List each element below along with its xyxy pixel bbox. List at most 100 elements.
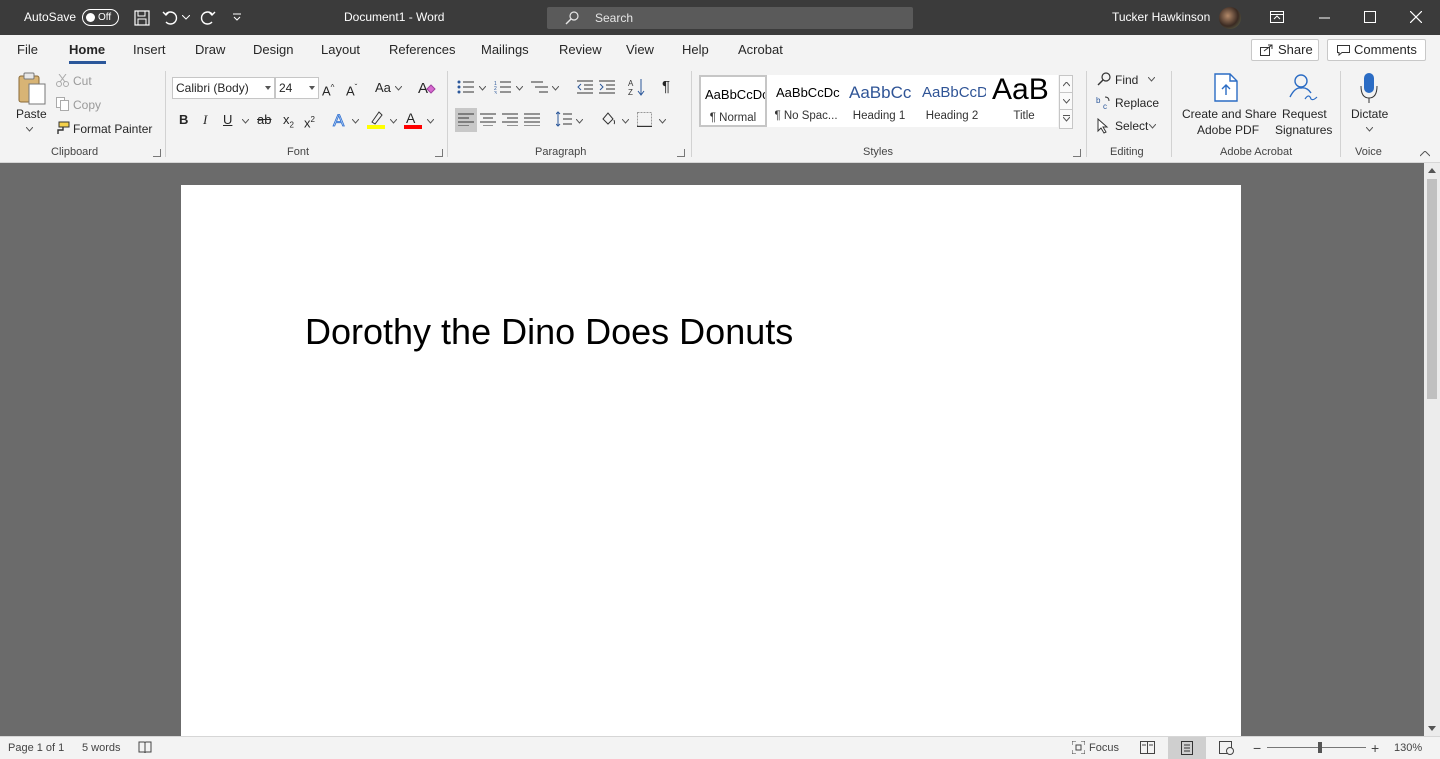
tab-design[interactable]: Design (253, 35, 293, 65)
font-dialog-launcher[interactable] (435, 149, 443, 157)
strikethrough-button[interactable]: ab (257, 112, 271, 128)
share-button[interactable]: Share (1251, 39, 1319, 61)
request-label-1[interactable]: Request (1282, 107, 1327, 121)
multilevel-dropdown-icon[interactable] (552, 86, 559, 91)
document-text[interactable]: Dorothy the Dino Does Donuts (305, 311, 793, 353)
shading-dropdown-icon[interactable] (622, 119, 629, 124)
font-color-icon[interactable]: A (404, 110, 422, 130)
bullets-icon[interactable] (457, 80, 475, 94)
copy-label[interactable]: Copy (73, 98, 101, 112)
request-label-2[interactable]: Signatures (1275, 123, 1332, 137)
increase-indent-icon[interactable] (599, 80, 615, 94)
change-case-dropdown-icon[interactable] (395, 86, 402, 91)
search-box[interactable]: Search (547, 7, 913, 29)
read-mode-icon[interactable] (1140, 741, 1155, 754)
scroll-up-arrow[interactable] (1428, 168, 1436, 173)
replace-label[interactable]: Replace (1115, 96, 1159, 110)
paste-dropdown-icon[interactable] (26, 127, 33, 132)
highlight-dropdown-icon[interactable] (390, 119, 397, 124)
underline-button[interactable]: U (223, 112, 232, 128)
style-no-spacing[interactable]: AaBbCcDc ¶ No Spac... (772, 75, 840, 127)
create-share-label-1[interactable]: Create and Share (1182, 107, 1277, 121)
document-page[interactable]: Dorothy the Dino Does Donuts (181, 185, 1241, 745)
style-heading-1[interactable]: AaBbCc Heading 1 (845, 75, 913, 127)
select-dropdown-icon[interactable] (1149, 124, 1156, 129)
paste-label[interactable]: Paste (16, 107, 47, 121)
focus-label[interactable]: Focus (1089, 737, 1119, 759)
borders-icon[interactable] (637, 112, 652, 127)
multilevel-list-icon[interactable] (531, 80, 549, 94)
bold-button[interactable]: B (179, 112, 188, 128)
text-effects-dropdown-icon[interactable] (352, 119, 359, 124)
tab-references[interactable]: References (389, 35, 455, 65)
ribbon-display-options-icon[interactable] (1270, 11, 1284, 23)
format-painter-label[interactable]: Format Painter (73, 122, 152, 136)
tab-file[interactable]: File (17, 35, 38, 65)
borders-dropdown-icon[interactable] (659, 119, 666, 124)
underline-dropdown-icon[interactable] (242, 119, 249, 124)
close-icon[interactable] (1410, 11, 1422, 23)
redo-icon[interactable] (200, 10, 216, 26)
scrollbar-thumb[interactable] (1427, 179, 1437, 399)
highlight-icon[interactable] (367, 110, 385, 130)
shading-icon[interactable] (600, 110, 616, 128)
document-canvas[interactable]: Dorothy the Dino Does Donuts (0, 163, 1424, 745)
font-color-dropdown-icon[interactable] (427, 119, 434, 124)
request-signatures-icon[interactable] (1287, 73, 1319, 103)
shrink-font-icon[interactable]: Aˇ (346, 80, 357, 99)
paragraph-dialog-launcher[interactable] (677, 149, 685, 157)
line-spacing-dropdown-icon[interactable] (576, 119, 583, 124)
zoom-level[interactable]: 130% (1394, 737, 1422, 759)
vertical-scrollbar[interactable] (1424, 163, 1440, 736)
subscript-icon[interactable]: x2 (283, 112, 294, 134)
select-label[interactable]: Select (1115, 119, 1148, 133)
maximize-icon[interactable] (1364, 11, 1376, 23)
customize-toolbar-icon[interactable] (232, 13, 242, 22)
user-name[interactable]: Tucker Hawkinson (1112, 0, 1210, 35)
find-dropdown-icon[interactable] (1148, 77, 1155, 82)
grow-font-icon[interactable]: A^ (322, 80, 334, 99)
scroll-down-arrow[interactable] (1428, 726, 1436, 731)
line-spacing-icon[interactable] (556, 111, 572, 127)
create-pdf-icon[interactable] (1212, 73, 1240, 103)
numbering-icon[interactable]: 123 (494, 80, 512, 94)
proofing-icon[interactable] (138, 741, 152, 754)
find-label[interactable]: Find (1115, 73, 1138, 87)
style-normal[interactable]: AaBbCcDc ¶ Normal (699, 75, 767, 127)
align-right-icon[interactable] (502, 113, 518, 126)
superscript-icon[interactable]: x2 (304, 112, 315, 131)
dictate-dropdown-icon[interactable] (1366, 127, 1373, 132)
justify-icon[interactable] (524, 113, 540, 126)
web-layout-icon[interactable] (1219, 741, 1234, 755)
tab-help[interactable]: Help (682, 35, 709, 65)
tab-layout[interactable]: Layout (321, 35, 360, 65)
page-count[interactable]: Page 1 of 1 (8, 737, 64, 759)
styles-scroll-down[interactable] (1060, 93, 1072, 110)
styles-dialog-launcher[interactable] (1073, 149, 1081, 157)
decrease-indent-icon[interactable] (577, 80, 593, 94)
autosave-toggle[interactable]: Off (82, 9, 119, 26)
cut-label[interactable]: Cut (73, 74, 92, 88)
avatar[interactable] (1219, 7, 1241, 29)
tab-review[interactable]: Review (559, 35, 602, 65)
replace-icon[interactable]: bc (1096, 95, 1111, 110)
tab-insert[interactable]: Insert (133, 35, 166, 65)
minimize-icon[interactable] (1319, 17, 1330, 19)
copy-icon[interactable] (56, 97, 70, 111)
font-family-combo[interactable]: Calibri (Body) (172, 77, 275, 99)
tab-view[interactable]: View (626, 35, 654, 65)
print-layout-icon[interactable] (1181, 741, 1193, 755)
zoom-slider-track[interactable] (1267, 747, 1366, 748)
create-share-label-2[interactable]: Adobe PDF (1197, 123, 1259, 137)
tab-acrobat[interactable]: Acrobat (738, 35, 783, 65)
italic-button[interactable]: I (203, 112, 207, 128)
cut-icon[interactable] (56, 74, 69, 87)
save-icon[interactable] (134, 10, 150, 26)
zoom-slider-thumb[interactable] (1318, 742, 1322, 753)
tab-mailings[interactable]: Mailings (481, 35, 529, 65)
undo-icon[interactable] (162, 10, 178, 26)
styles-more[interactable] (1060, 110, 1072, 127)
align-center-icon[interactable] (480, 113, 496, 126)
collapse-ribbon-icon[interactable] (1420, 151, 1430, 157)
word-count[interactable]: 5 words (82, 737, 121, 759)
